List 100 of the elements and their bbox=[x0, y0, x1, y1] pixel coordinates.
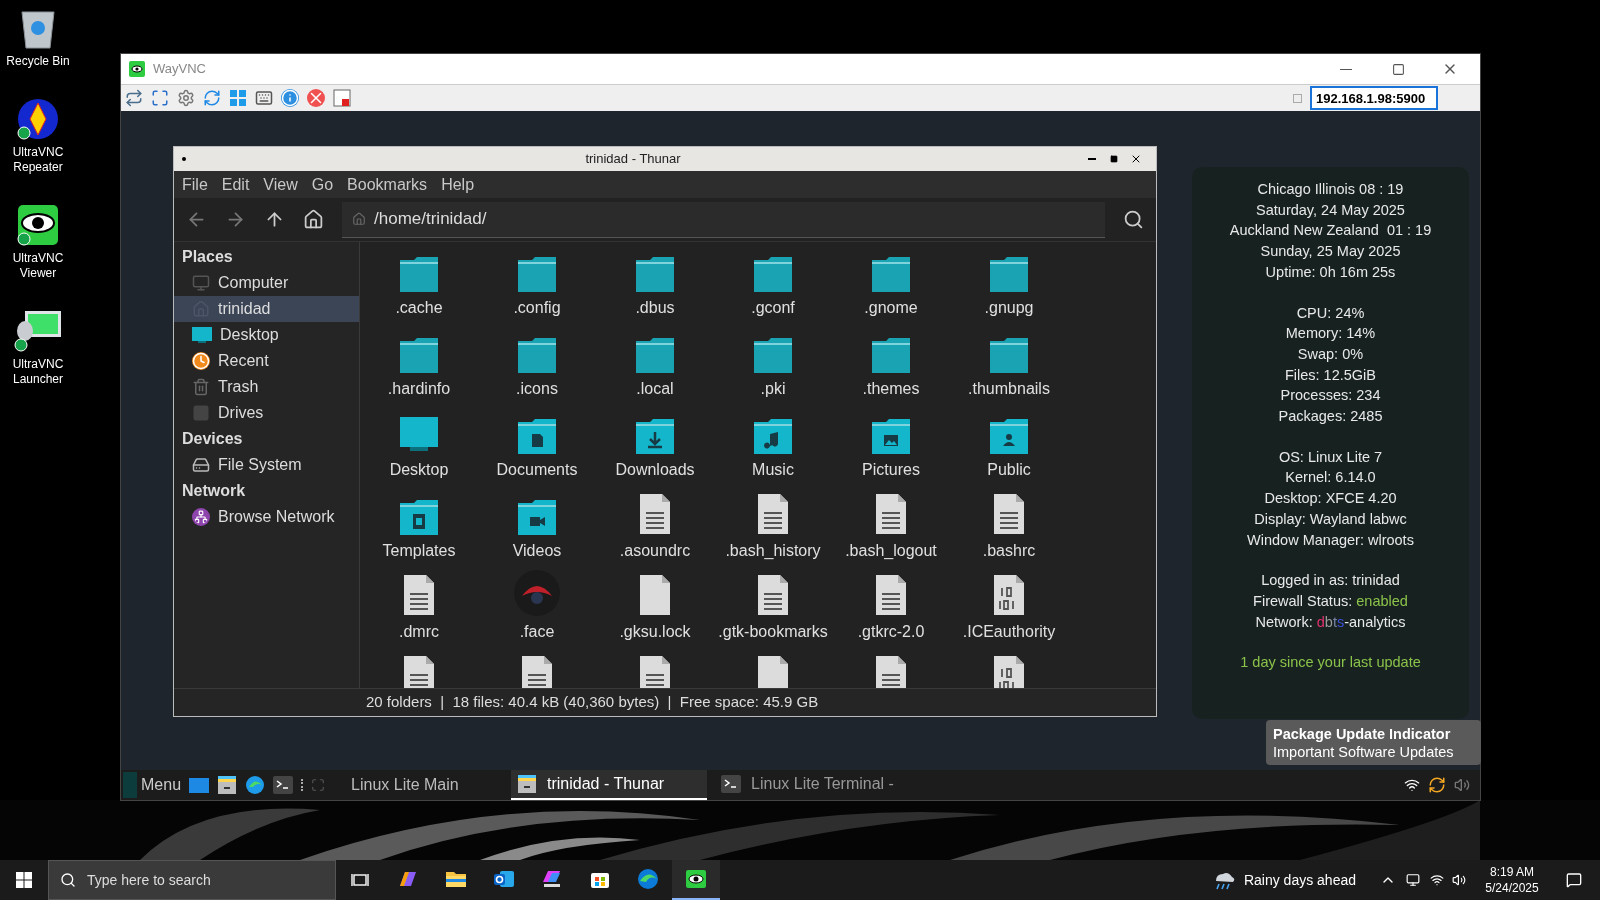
desktop-icon-label[interactable]: UltraVNC Repeater bbox=[2, 145, 74, 175]
wifi-icon[interactable] bbox=[1430, 873, 1444, 887]
file-name[interactable]: .gnome bbox=[864, 296, 918, 320]
file-name[interactable]: .thumbnails bbox=[968, 377, 1050, 401]
menu-item[interactable]: Bookmarks bbox=[343, 172, 432, 197]
menu-button[interactable]: Menu bbox=[123, 772, 182, 798]
menu-item[interactable]: View bbox=[259, 172, 302, 197]
file-name[interactable]: Downloads bbox=[615, 458, 695, 482]
keyboard-icon[interactable] bbox=[255, 89, 273, 107]
clock[interactable]: 8:19 AM 5/24/2025 bbox=[1476, 864, 1548, 896]
search-icon[interactable] bbox=[1123, 209, 1144, 230]
folder-icon bbox=[872, 257, 910, 292]
file-name[interactable]: .ICEauthority bbox=[962, 620, 1056, 644]
task-button[interactable]: Linux Lite Terminal - bbox=[715, 770, 912, 800]
file-name[interactable]: .themes bbox=[862, 377, 920, 401]
close-icon[interactable] bbox=[1130, 153, 1142, 165]
volume-icon[interactable] bbox=[1452, 873, 1466, 887]
sidebar-item[interactable]: Trash bbox=[174, 374, 359, 400]
file-name[interactable]: Music bbox=[752, 458, 794, 482]
file-name[interactable]: Desktop bbox=[389, 458, 449, 482]
file-name[interactable]: .local bbox=[636, 377, 674, 401]
device-icon[interactable] bbox=[1406, 873, 1420, 887]
file-name[interactable]: .hardinfo bbox=[387, 377, 451, 401]
info-line: Display: Wayland labwc bbox=[1254, 509, 1407, 529]
sidebar-item[interactable]: trinidad bbox=[174, 296, 359, 322]
file-name[interactable]: .gconf bbox=[751, 296, 795, 320]
file-name[interactable]: .pki bbox=[760, 377, 786, 401]
task-button[interactable]: trinidad - Thunar bbox=[511, 770, 708, 800]
info-icon[interactable] bbox=[281, 89, 299, 107]
fullscreen-icon[interactable] bbox=[151, 89, 169, 107]
weather-text[interactable]: Rainy days ahead bbox=[1243, 869, 1356, 891]
file-name[interactable]: .bash_logout bbox=[845, 539, 937, 563]
window-title: WayVNC bbox=[153, 60, 206, 79]
menu-item[interactable]: Edit bbox=[217, 172, 254, 197]
file-name[interactable]: .asoundrc bbox=[619, 539, 691, 563]
windows-logo-icon[interactable] bbox=[229, 89, 247, 107]
file-name[interactable]: .gtkrc-2.0 bbox=[857, 620, 925, 644]
file-name[interactable]: .bash_history bbox=[725, 539, 821, 563]
sidebar-item[interactable]: Drives bbox=[174, 400, 359, 426]
notifications-icon[interactable] bbox=[1566, 872, 1582, 888]
sidebar-item[interactable]: Browse Network bbox=[174, 504, 359, 530]
windows-logo-icon bbox=[16, 872, 32, 888]
file-name[interactable]: Public bbox=[987, 458, 1031, 482]
files-icon[interactable] bbox=[189, 776, 210, 794]
menu-item[interactable]: Help bbox=[437, 172, 479, 197]
file-name[interactable]: Pictures bbox=[862, 458, 920, 482]
file-name[interactable]: Documents bbox=[496, 458, 578, 482]
refresh-icon[interactable] bbox=[203, 89, 221, 107]
menu-item[interactable]: Go bbox=[307, 172, 338, 197]
browser-icon[interactable] bbox=[245, 775, 266, 795]
desktop-folder-icon bbox=[398, 414, 440, 454]
file-name[interactable]: .gnupg bbox=[984, 296, 1034, 320]
terminal-icon[interactable] bbox=[721, 775, 742, 793]
network-icon bbox=[192, 508, 210, 526]
text-file-icon bbox=[638, 655, 672, 688]
update-icon[interactable] bbox=[1428, 776, 1446, 794]
info-line: Processes: 234 bbox=[1280, 386, 1381, 406]
file-name[interactable]: .icons bbox=[516, 377, 558, 401]
settings-icon[interactable] bbox=[177, 89, 195, 107]
sidebar-item[interactable]: Recent bbox=[174, 348, 359, 374]
wifi-icon[interactable] bbox=[1404, 777, 1420, 793]
terminal-icon[interactable] bbox=[273, 776, 294, 794]
sidebar-item[interactable]: File System bbox=[174, 452, 359, 478]
binary-file-icon bbox=[992, 655, 1026, 688]
desktop-icon-label[interactable]: UltraVNC Launcher bbox=[2, 357, 74, 387]
file-name[interactable]: Videos bbox=[512, 539, 562, 563]
file-name[interactable]: .dbus bbox=[635, 296, 675, 320]
transfer-icon[interactable] bbox=[125, 89, 143, 107]
separator-handle[interactable] bbox=[301, 779, 304, 791]
home-icon[interactable] bbox=[303, 209, 324, 230]
file-name[interactable]: .cache bbox=[395, 296, 443, 320]
address-field[interactable]: 192.168.1.98:5900 bbox=[1310, 86, 1438, 110]
desktop-icon-label[interactable]: Recycle Bin bbox=[2, 54, 74, 69]
file-name[interactable]: .face bbox=[519, 620, 555, 644]
file-cabinet-icon[interactable] bbox=[517, 774, 538, 794]
section-heading: Network bbox=[181, 481, 247, 501]
file-name[interactable]: .config bbox=[513, 296, 561, 320]
sidebar-item[interactable]: Computer bbox=[174, 270, 359, 296]
menu-item[interactable]: File bbox=[178, 172, 212, 197]
desktop-icon-label[interactable]: UltraVNC Viewer bbox=[2, 251, 74, 281]
file-name[interactable]: .dmrc bbox=[399, 620, 439, 644]
sidebar-label: trinidad bbox=[218, 299, 271, 319]
checkbox[interactable] bbox=[1293, 93, 1302, 103]
taskbar-app[interactable] bbox=[672, 860, 720, 900]
folder-icon bbox=[754, 338, 792, 373]
maximize-icon[interactable] bbox=[1110, 155, 1118, 163]
window-close-icon[interactable] bbox=[333, 89, 351, 107]
file-cabinet-icon[interactable] bbox=[217, 775, 238, 795]
sidebar-item[interactable]: Desktop bbox=[174, 322, 359, 348]
workspace-button[interactable]: Linux Lite Main bbox=[333, 773, 504, 797]
file-name[interactable]: .bashrc bbox=[982, 539, 1036, 563]
info-line: Auckland New Zealand 01 : 19 bbox=[1229, 221, 1432, 241]
info-line: 1 day since your last update bbox=[1240, 653, 1421, 673]
path-bar[interactable]: /home/trinidad/ bbox=[342, 201, 1105, 238]
drive-icon bbox=[192, 404, 210, 422]
file-name[interactable]: .gksu.lock bbox=[619, 620, 691, 644]
folder-icon bbox=[754, 257, 792, 292]
file-name[interactable]: Templates bbox=[382, 539, 456, 563]
file-name[interactable]: .gtk-bookmarks bbox=[718, 620, 828, 644]
search-field[interactable]: Type here to search bbox=[48, 860, 336, 900]
